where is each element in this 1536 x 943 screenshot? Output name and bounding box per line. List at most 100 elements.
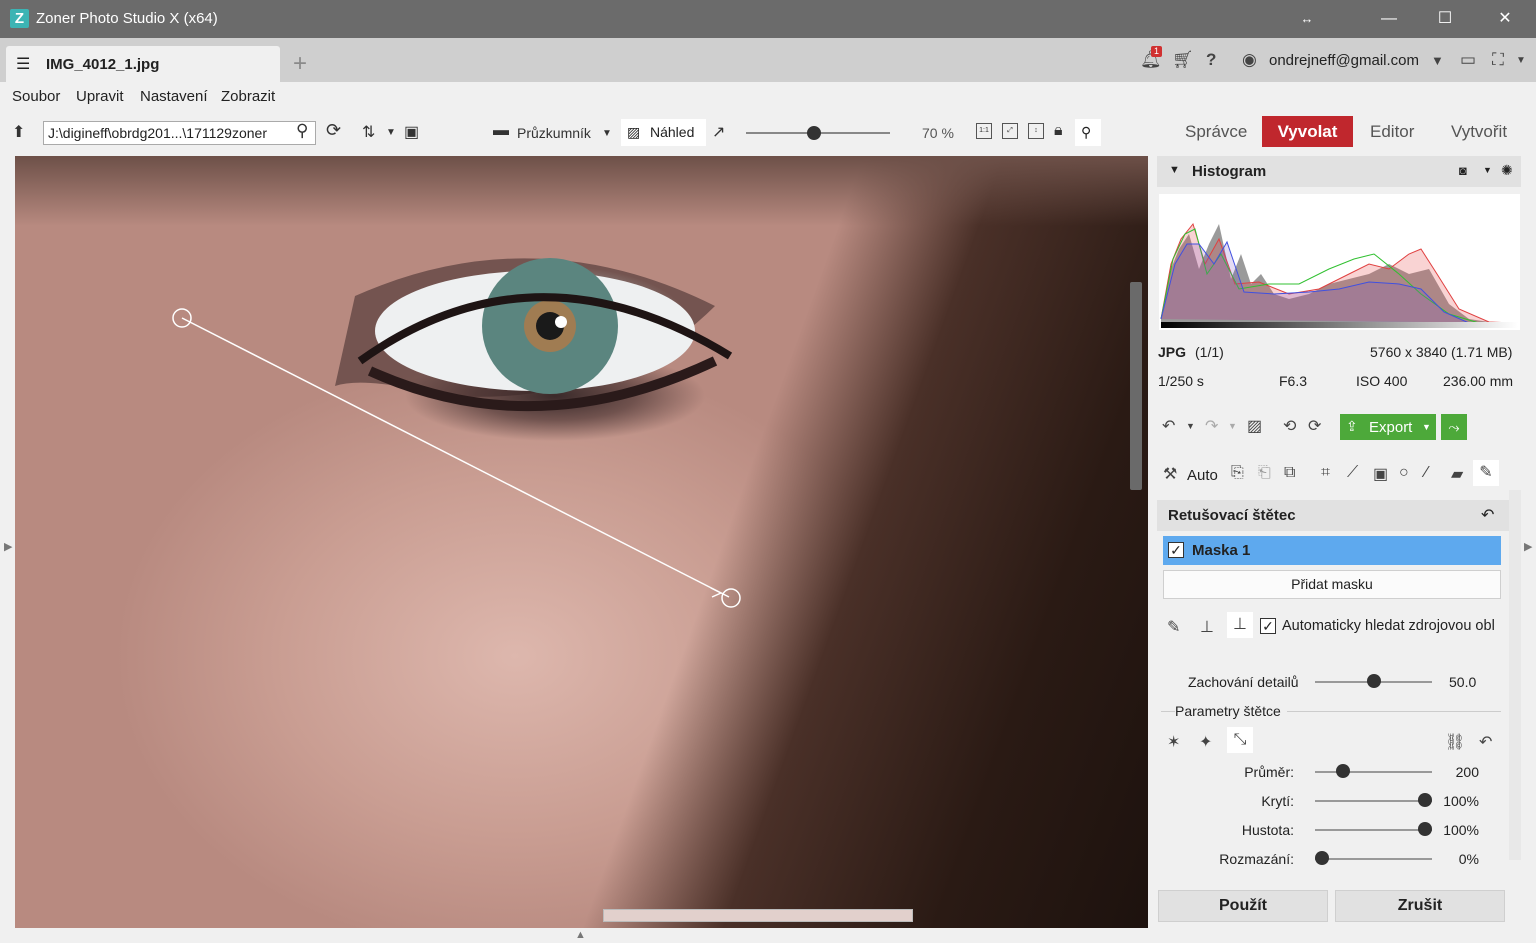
panel-scrollbar[interactable]: [1509, 490, 1521, 860]
camera-icon[interactable]: ◙: [1459, 163, 1467, 178]
zoom-slider-knob[interactable]: [807, 126, 821, 140]
brush-param-label: Průměr:: [1244, 764, 1294, 780]
link-icon[interactable]: ⛓: [1445, 732, 1465, 752]
redo-icon[interactable]: ↷: [1205, 416, 1218, 436]
menu-nastaveni[interactable]: Nastavení: [140, 88, 208, 105]
refresh-icon[interactable]: ⟳: [326, 120, 341, 141]
brush-param-slider-knob[interactable]: [1336, 764, 1350, 778]
sort-icon[interactable]: ⇅: [362, 122, 375, 142]
help-icon[interactable]: ?: [1206, 50, 1216, 70]
horizontal-scrollbar[interactable]: [603, 909, 913, 922]
brush-param-slider[interactable]: [1315, 829, 1432, 831]
patch-brush-icon[interactable]: ✎: [1167, 617, 1180, 637]
settings-icon[interactable]: ✺: [1501, 162, 1513, 179]
brush-param-slider[interactable]: [1315, 858, 1432, 860]
rotate-left-icon[interactable]: ⟲: [1283, 416, 1296, 436]
brush-param-slider[interactable]: [1315, 771, 1432, 773]
duplicate-icon[interactable]: ⧉: [1284, 464, 1295, 482]
photo-canvas[interactable]: [15, 156, 1148, 928]
brush-param-slider[interactable]: [1315, 800, 1432, 802]
right-panel-toggle-icon[interactable]: ▶: [1524, 540, 1532, 553]
bottom-panel-toggle-icon[interactable]: ▲: [575, 929, 586, 941]
reset-params-icon[interactable]: ↶: [1479, 732, 1492, 752]
brush-param-value: 0%: [1458, 851, 1479, 867]
detail-slider-knob[interactable]: [1367, 674, 1381, 688]
image-icon: ▨: [627, 124, 641, 140]
menu-zobrazit[interactable]: Zobrazit: [221, 88, 275, 105]
mode-spravce[interactable]: Správce: [1185, 122, 1247, 142]
browser-button[interactable]: Průzkumník: [517, 125, 591, 141]
export-dropdown-icon[interactable]: ▼: [1422, 422, 1431, 432]
histogram-dropdown-icon[interactable]: ▼: [1483, 165, 1492, 175]
radial-filter-icon[interactable]: ○: [1399, 464, 1409, 482]
export-button[interactable]: ⇪ Export ▼: [1340, 414, 1436, 440]
brush-add-icon[interactable]: ✶: [1167, 732, 1180, 752]
aperture: F6.3: [1279, 373, 1308, 389]
zoom-tool-button[interactable]: ⚲: [1075, 119, 1101, 146]
folder-up-icon[interactable]: ⬆: [12, 122, 25, 142]
menu-soubor[interactable]: Soubor: [12, 88, 60, 105]
gradient-filter-icon[interactable]: ▣: [1373, 464, 1388, 484]
monitor-icon[interactable]: ▭: [1460, 50, 1476, 70]
paste-settings-icon[interactable]: ⎗: [1258, 464, 1271, 482]
perspective-icon[interactable]: ⟋: [1347, 464, 1358, 482]
auto-button[interactable]: Auto: [1187, 467, 1218, 484]
lock-icon[interactable]: 🔒︎: [1054, 122, 1063, 140]
account-email[interactable]: ondrejneff@gmail.com: [1269, 52, 1419, 69]
left-panel-toggle-icon[interactable]: ▶: [4, 540, 12, 553]
retouch-brush-icon[interactable]: ✎: [1473, 460, 1499, 486]
compare-image-icon[interactable]: ▨: [1247, 416, 1262, 436]
healing-stamp-icon[interactable]: ⊥: [1227, 612, 1253, 638]
maximize-button[interactable]: ☐: [1422, 0, 1468, 38]
auto-source-checkbox[interactable]: ✓: [1260, 618, 1276, 634]
target-handle[interactable]: [721, 588, 741, 608]
cancel-button[interactable]: Zrušit: [1335, 890, 1505, 922]
brush-param-slider-knob[interactable]: [1315, 851, 1329, 865]
new-folder-icon[interactable]: ▣: [404, 122, 419, 142]
mode-vytvorit[interactable]: Vytvořit: [1451, 122, 1507, 142]
brush-minus-icon[interactable]: ⤡: [1227, 727, 1253, 753]
share-icon[interactable]: ⤳: [1441, 414, 1467, 440]
document-tab[interactable]: ☰ IMG_4012_1.jpg: [6, 46, 280, 82]
add-tab-button[interactable]: +: [293, 50, 307, 78]
cart-icon[interactable]: 🛒︎: [1172, 50, 1194, 70]
resize-icon[interactable]: ↔: [1284, 0, 1330, 38]
reset-icon[interactable]: ↶: [1481, 505, 1494, 525]
brush-icon[interactable]: ⁄: [1425, 464, 1428, 482]
copy-settings-icon[interactable]: ⎘: [1231, 464, 1244, 482]
mask-item[interactable]: ✓ Maska 1: [1163, 536, 1501, 565]
brush-plus-icon[interactable]: ✦: [1199, 732, 1212, 752]
menu-bar: Soubor Upravit Nastavení Zobrazit: [0, 82, 1536, 112]
fullscreen-icon[interactable]: ⛶: [1492, 50, 1504, 70]
external-window-icon[interactable]: ↗: [712, 122, 725, 142]
preview-button[interactable]: ▨ Náhled: [621, 119, 706, 146]
menu-upravit[interactable]: Upravit: [76, 88, 124, 105]
fit-height-icon[interactable]: ↕: [1028, 123, 1044, 139]
rotate-right-icon[interactable]: ⟳: [1308, 416, 1321, 436]
collapse-icon[interactable]: ▼: [1169, 164, 1180, 176]
undo-icon[interactable]: ↶: [1162, 416, 1175, 436]
sort-dropdown-icon[interactable]: ▼: [386, 127, 396, 138]
auto-wand-icon[interactable]: ⚒: [1163, 464, 1177, 484]
apply-button[interactable]: Použít: [1158, 890, 1328, 922]
redo-dropdown-icon[interactable]: ▼: [1228, 421, 1237, 431]
account-dropdown-icon[interactable]: ▼: [1431, 53, 1444, 68]
clone-stamp-icon[interactable]: ⊥: [1200, 617, 1214, 637]
histogram-header[interactable]: ▼ Histogram ◙ ▼ ✺: [1157, 156, 1521, 187]
search-icon[interactable]: ⚲: [296, 121, 308, 141]
minimize-button[interactable]: —: [1366, 0, 1412, 38]
close-button[interactable]: ✕: [1482, 0, 1528, 38]
path-input[interactable]: J:\digineff\obrdg201...\171129zoner: [43, 121, 316, 145]
fullscreen-dropdown-icon[interactable]: ▼: [1516, 55, 1526, 66]
actual-size-icon[interactable]: 1:1: [976, 123, 992, 139]
mask-checkbox[interactable]: ✓: [1168, 542, 1184, 558]
browser-dropdown-icon[interactable]: ▼: [602, 128, 612, 139]
add-mask-button[interactable]: Přidat masku: [1163, 570, 1501, 599]
crop-icon[interactable]: ⌗: [1321, 464, 1330, 482]
fit-icon[interactable]: ⤢: [1002, 123, 1018, 139]
mode-editor[interactable]: Editor: [1370, 122, 1414, 142]
eraser-icon[interactable]: ▰: [1451, 464, 1463, 484]
undo-dropdown-icon[interactable]: ▼: [1186, 421, 1195, 431]
vertical-scrollbar[interactable]: [1130, 282, 1142, 490]
mode-vyvolat[interactable]: Vyvolat: [1262, 116, 1353, 147]
